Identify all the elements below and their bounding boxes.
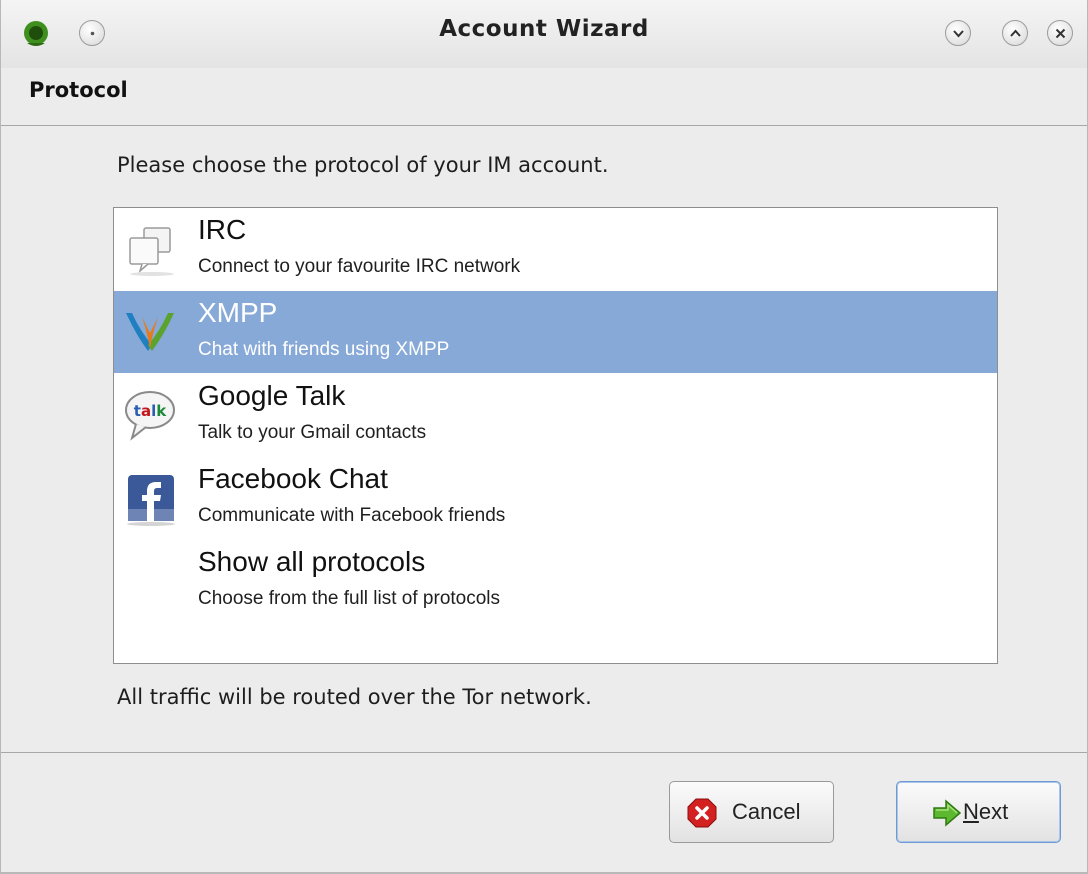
next-mnemonic: N — [963, 799, 979, 824]
protocol-name: Show all protocols — [198, 546, 426, 577]
chevron-up-icon — [1010, 29, 1021, 37]
irc-chat-icon — [129, 227, 174, 276]
next-label-rest: ext — [978, 799, 1009, 824]
cancel-label: Cancel — [732, 799, 801, 824]
facebook-icon — [127, 475, 175, 526]
arrow-right-icon — [933, 799, 962, 827]
protocol-item-irc[interactable]: IRC Connect to your favourite IRC networ… — [114, 208, 997, 290]
protocol-name: Facebook Chat — [198, 463, 388, 494]
tor-notice: All traffic will be routed over the Tor … — [117, 685, 592, 709]
protocol-description: Connect to your favourite IRC network — [198, 256, 521, 277]
account-wizard-window: Account Wizard Protocol Please choose th… — [0, 0, 1088, 874]
protocol-item-facebook-chat[interactable]: Facebook Chat Communicate with Facebook … — [114, 457, 997, 539]
protocol-item-show-all[interactable]: Show all protocols Choose from the full … — [114, 540, 997, 622]
minimize-button[interactable] — [945, 20, 971, 46]
next-label: Next — [963, 799, 1008, 825]
protocol-description: Chat with friends using XMPP — [198, 339, 450, 360]
title-bar[interactable]: Account Wizard — [1, 0, 1087, 68]
window-title: Account Wizard — [439, 16, 649, 42]
maximize-button[interactable] — [1002, 20, 1028, 46]
next-button[interactable]: Next — [896, 781, 1061, 843]
protocol-name: IRC — [198, 214, 247, 245]
page-title: Protocol — [29, 78, 128, 102]
chevron-down-icon — [953, 30, 964, 38]
protocol-item-google-talk[interactable]: talk Google Talk Talk to your Gmail cont… — [114, 374, 997, 456]
protocol-name: XMPP — [198, 297, 278, 328]
protocol-name: Google Talk — [198, 380, 346, 411]
protocol-item-xmpp[interactable]: XMPP Chat with friends using XMPP — [114, 291, 997, 373]
protocol-description: Talk to your Gmail contacts — [198, 422, 427, 443]
wizard-page-header: Protocol — [1, 68, 1087, 126]
protocol-list[interactable]: IRC Connect to your favourite IRC networ… — [113, 207, 998, 664]
protocol-description: Communicate with Facebook friends — [198, 505, 506, 526]
cancel-button[interactable]: Cancel — [669, 781, 834, 843]
close-window-button[interactable] — [1047, 20, 1073, 46]
close-icon — [1055, 28, 1066, 39]
google-talk-icon: talk — [125, 391, 175, 441]
svg-text:talk: talk — [134, 402, 167, 420]
xmpp-icon — [126, 313, 174, 351]
divider — [1, 752, 1087, 753]
cancel-icon — [687, 798, 717, 828]
protocol-description: Choose from the full list of protocols — [198, 588, 501, 609]
instruction-text: Please choose the protocol of your IM ac… — [117, 153, 609, 177]
